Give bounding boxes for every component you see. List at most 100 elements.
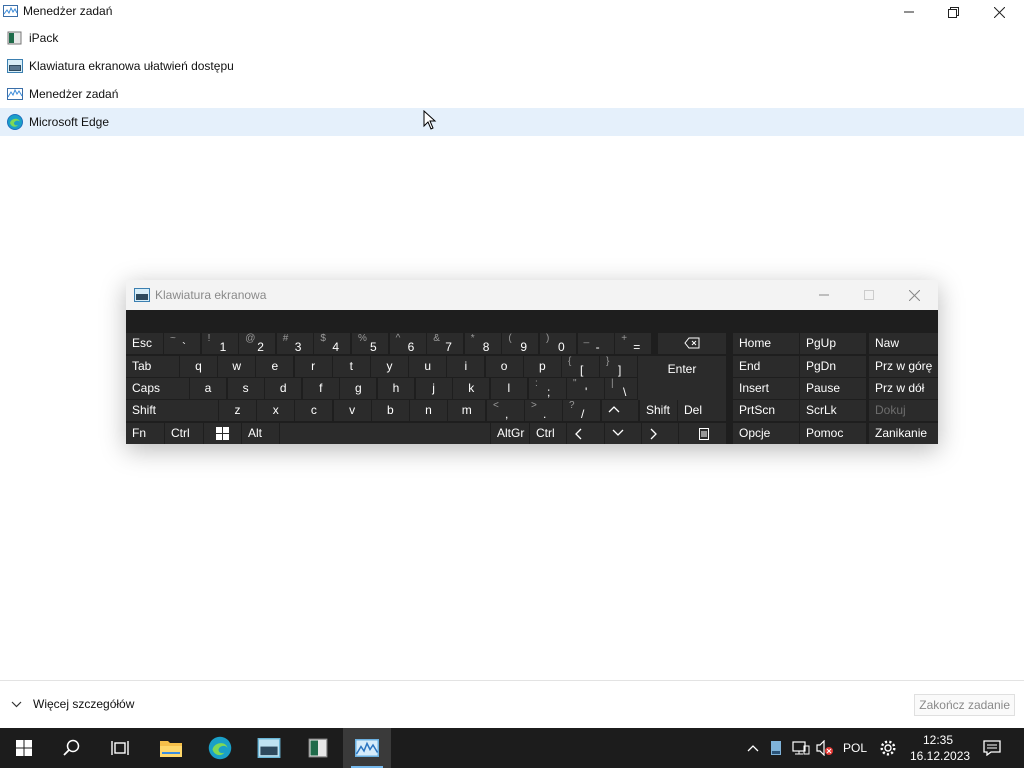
key-t[interactable]: t [332, 356, 370, 377]
key-end[interactable]: End [733, 356, 799, 377]
key-ctrl-right[interactable]: Ctrl [530, 423, 566, 444]
key-prz-w-gore[interactable]: Prz w górę [869, 356, 938, 377]
key-opcje[interactable]: Opcje [733, 423, 799, 444]
key-pomoc[interactable]: Pomoc [800, 423, 866, 444]
key-backspace[interactable] [658, 333, 726, 354]
process-row-osk[interactable]: Klawiatura ekranowa ułatwień dostępu [0, 52, 1024, 80]
key-naw[interactable]: Naw [869, 333, 938, 354]
close-button[interactable] [976, 0, 1022, 24]
key-i[interactable]: i [447, 356, 485, 377]
ipack-taskbar-button[interactable] [294, 728, 342, 768]
process-row-task-manager[interactable]: Menedżer zadań [0, 80, 1024, 108]
restore-button[interactable] [930, 0, 976, 24]
key-punct-r4-1[interactable]: >. [525, 400, 562, 421]
key-v[interactable]: v [333, 400, 371, 421]
key-zanikanie[interactable]: Zanikanie [869, 423, 938, 444]
key-x[interactable]: x [257, 400, 295, 421]
key-b[interactable]: b [371, 400, 409, 421]
notifications-button[interactable] [980, 728, 1004, 768]
key-row1-4[interactable]: $4 [314, 333, 351, 354]
network-button[interactable] [790, 728, 812, 768]
key-w[interactable]: w [218, 356, 256, 377]
key-row1-6[interactable]: ^ 6 [389, 333, 426, 354]
key-arrow-left[interactable] [567, 423, 604, 444]
key-o[interactable]: o [485, 356, 523, 377]
key-pgup[interactable]: PgUp [800, 333, 866, 354]
key-prtscn[interactable]: PrtScn [733, 400, 799, 421]
key-k[interactable]: k [453, 378, 490, 399]
key-esc[interactable]: Esc [126, 333, 163, 354]
search-button[interactable] [48, 728, 96, 768]
key-pgdn[interactable]: PgDn [800, 356, 866, 377]
language-indicator[interactable]: POL [838, 728, 872, 768]
key-m[interactable]: m [448, 400, 486, 421]
settings-button[interactable] [876, 728, 900, 768]
key-row1-11[interactable]: _ - [577, 333, 614, 354]
key-shift-right[interactable]: Shift [640, 400, 677, 421]
osk-taskbar-button[interactable] [245, 728, 293, 768]
osk-close-button[interactable] [904, 285, 924, 305]
key-menu[interactable] [679, 423, 726, 444]
key-windows[interactable] [204, 423, 241, 444]
key-punct-0[interactable]: :; [529, 378, 566, 399]
key-del[interactable]: Del [678, 400, 726, 421]
key-row1-0[interactable]: ~ ` [164, 333, 200, 354]
key-arrow-up[interactable] [602, 400, 638, 421]
process-row-ipack[interactable]: iPack [0, 24, 1024, 52]
process-row-edge[interactable]: Microsoft Edge [0, 108, 1024, 136]
key-s[interactable]: s [227, 378, 264, 399]
start-button[interactable] [0, 728, 48, 768]
key-arrow-down[interactable] [605, 423, 641, 444]
tray-app-button[interactable] [766, 728, 786, 768]
key-home[interactable]: Home [733, 333, 799, 354]
key-enter[interactable]: Enter [638, 356, 726, 400]
key-punct-r4-0[interactable]: <, [487, 400, 524, 421]
key-y[interactable]: y [371, 356, 408, 377]
key-d[interactable]: d [265, 378, 302, 399]
key-e[interactable]: e [256, 356, 294, 377]
key-r[interactable]: r [294, 356, 332, 377]
key-caps[interactable]: Caps [126, 378, 189, 399]
task-manager-taskbar-button[interactable] [343, 728, 391, 768]
volume-button[interactable] [814, 728, 836, 768]
edge-taskbar-button[interactable] [196, 728, 244, 768]
key-scrlk[interactable]: ScrLk [800, 400, 866, 421]
task-view-button[interactable] [96, 728, 144, 768]
key-space[interactable] [280, 423, 490, 444]
more-details-toggle[interactable]: Więcej szczegółów [11, 697, 134, 711]
key-bracket-1[interactable]: }] [600, 356, 637, 377]
key-row1-1[interactable]: ! 1 [201, 333, 238, 354]
key-punct-2[interactable]: | \ [605, 378, 637, 399]
key-z[interactable]: z [219, 400, 256, 421]
key-tab[interactable]: Tab [126, 356, 179, 377]
key-n[interactable]: n [410, 400, 447, 421]
key-row1-10[interactable]: ) 0 [540, 333, 576, 354]
key-row1-9[interactable]: (9 [502, 333, 539, 354]
key-alt[interactable]: Alt [242, 423, 279, 444]
key-row1-7[interactable]: & 7 [427, 333, 464, 354]
key-q[interactable]: q [180, 356, 217, 377]
end-task-button[interactable]: Zakończ zadanie [914, 694, 1015, 716]
key-dokuj[interactable]: Dokuj [869, 400, 938, 421]
clock[interactable]: 12:35 16.12.2023 [910, 732, 970, 764]
key-h[interactable]: h [378, 378, 414, 399]
key-punct-r4-2[interactable]: ? / [563, 400, 600, 421]
file-explorer-button[interactable] [147, 728, 195, 768]
key-shift-left[interactable]: Shift [126, 400, 218, 421]
key-punct-1[interactable]: " ' [567, 378, 604, 399]
key-p[interactable]: p [523, 356, 561, 377]
key-ctrl-left[interactable]: Ctrl [165, 423, 203, 444]
key-row1-3[interactable]: #3 [276, 333, 313, 354]
key-l[interactable]: l [490, 378, 527, 399]
key-row1-2[interactable]: @2 [239, 333, 276, 354]
key-bracket-0[interactable]: {[ [562, 356, 599, 377]
minimize-button[interactable] [886, 0, 932, 24]
key-prz-w-dol[interactable]: Prz w dół [869, 378, 938, 399]
show-hidden-icons-button[interactable] [742, 728, 764, 768]
key-insert[interactable]: Insert [733, 378, 799, 399]
key-f[interactable]: f [302, 378, 339, 399]
key-j[interactable]: j [415, 378, 452, 399]
key-pause[interactable]: Pause [800, 378, 866, 399]
key-row1-8[interactable]: * 8 [464, 333, 501, 354]
key-arrow-right[interactable] [642, 423, 678, 444]
